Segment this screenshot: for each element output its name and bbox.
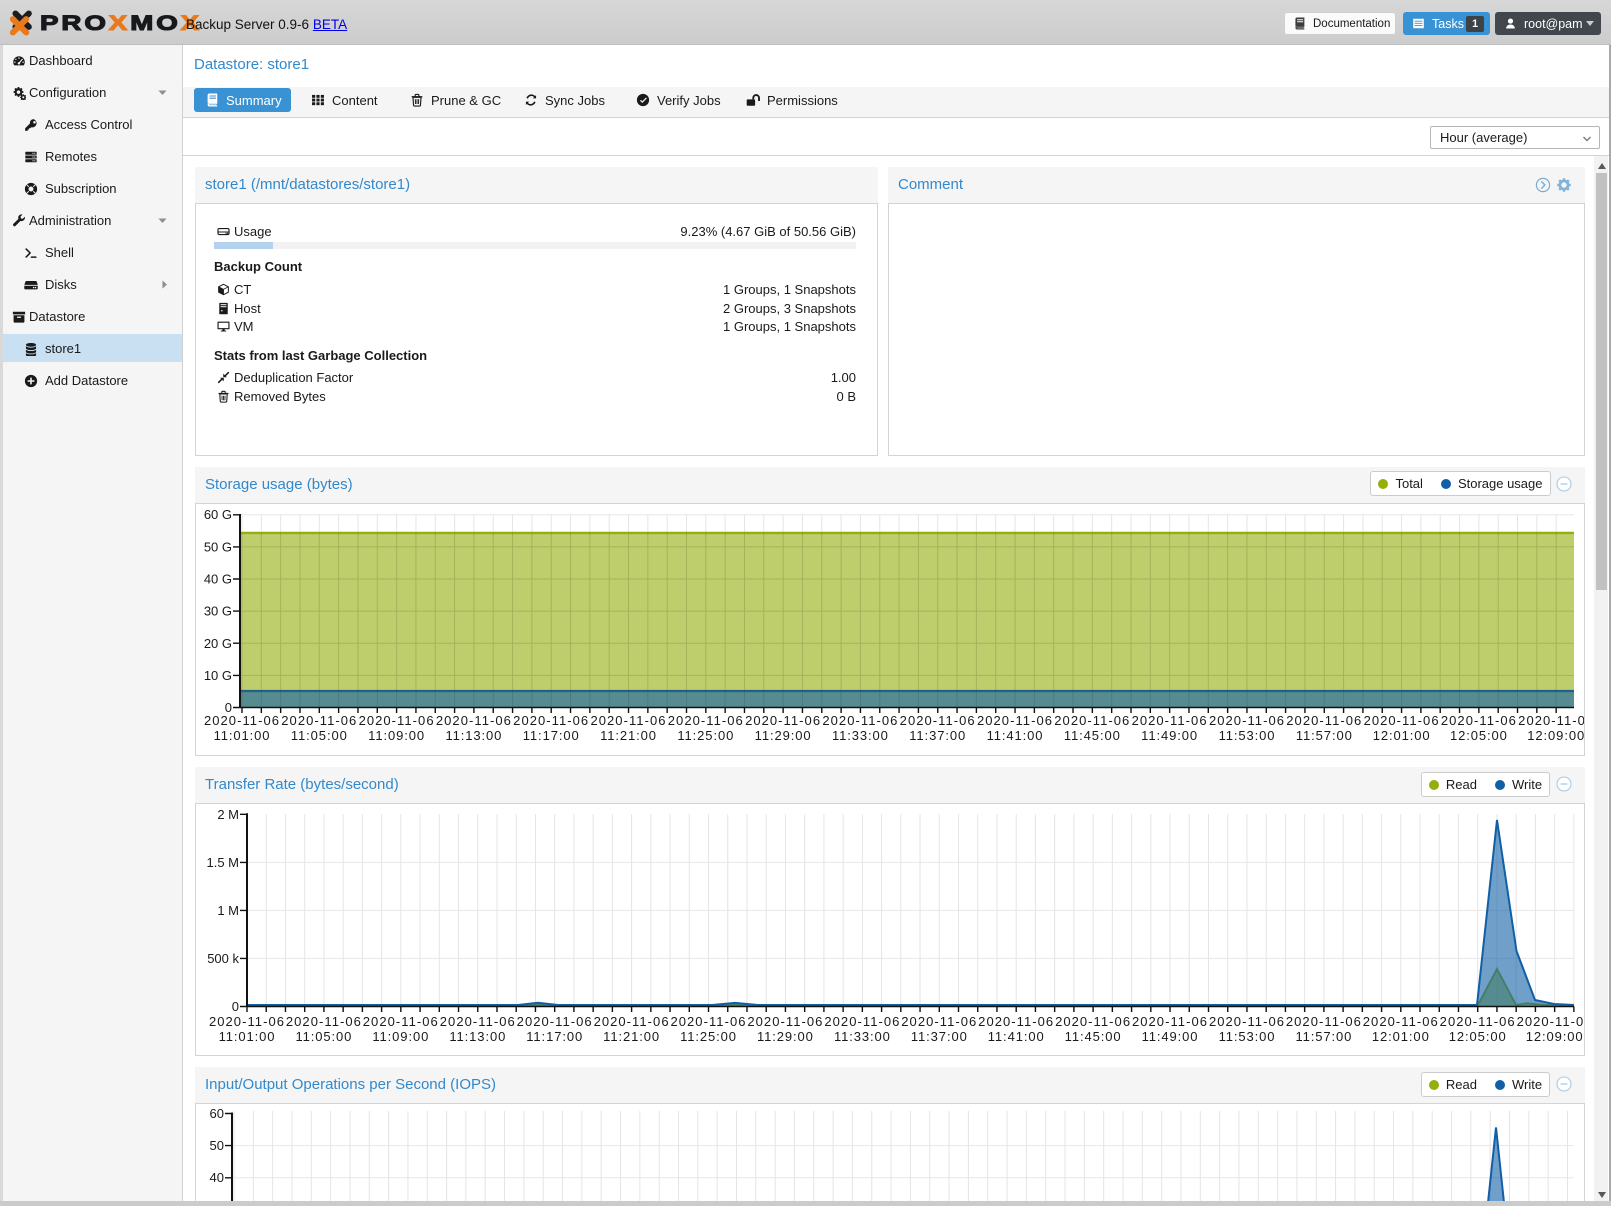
svg-text:11:25:00: 11:25:00: [677, 728, 734, 743]
svg-text:11:01:00: 11:01:00: [219, 1029, 276, 1044]
svg-text:12:05:00: 12:05:00: [1449, 1029, 1507, 1044]
svg-text:11:05:00: 11:05:00: [291, 728, 348, 743]
svg-text:11:37:00: 11:37:00: [909, 728, 966, 743]
svg-text:2020-11-06: 2020-11-06: [668, 713, 744, 728]
svg-text:12:01:00: 12:01:00: [1373, 728, 1431, 743]
svg-text:2020-11-06: 2020-11-06: [900, 713, 976, 728]
svg-text:1.5 M: 1.5 M: [206, 855, 239, 870]
svg-text:2020-11-06: 2020-11-06: [1209, 713, 1285, 728]
svg-text:12:09:00: 12:09:00: [1527, 728, 1584, 743]
svg-text:11:21:00: 11:21:00: [603, 1029, 660, 1044]
svg-text:500 k: 500 k: [207, 951, 239, 966]
svg-text:2020-11-06: 2020-11-06: [204, 713, 280, 728]
svg-text:11:17:00: 11:17:00: [526, 1029, 583, 1044]
svg-text:2020-11-06: 2020-11-06: [1518, 713, 1584, 728]
svg-text:2020-11-06: 2020-11-06: [1054, 713, 1130, 728]
svg-text:11:05:00: 11:05:00: [295, 1029, 352, 1044]
svg-text:2020-11-06: 2020-11-06: [977, 713, 1053, 728]
svg-text:2020-11-06: 2020-11-06: [1055, 1014, 1131, 1029]
svg-text:2020-11-06: 2020-11-06: [1440, 1014, 1516, 1029]
svg-text:30 G: 30 G: [204, 604, 232, 619]
svg-text:2 M: 2 M: [217, 807, 239, 822]
svg-text:50: 50: [210, 1138, 224, 1153]
svg-text:60: 60: [210, 1106, 224, 1121]
svg-text:2020-11-06: 2020-11-06: [359, 713, 435, 728]
svg-text:11:53:00: 11:53:00: [1219, 1029, 1276, 1044]
svg-text:2020-11-06: 2020-11-06: [436, 713, 512, 728]
svg-text:2020-11-06: 2020-11-06: [1364, 713, 1440, 728]
svg-text:11:33:00: 11:33:00: [834, 1029, 891, 1044]
svg-text:2020-11-06: 2020-11-06: [745, 713, 821, 728]
svg-text:11:13:00: 11:13:00: [449, 1029, 506, 1044]
svg-text:2020-11-06: 2020-11-06: [440, 1014, 516, 1029]
svg-text:2020-11-06: 2020-11-06: [281, 713, 357, 728]
svg-text:2020-11-06: 2020-11-06: [1132, 1014, 1208, 1029]
svg-text:2020-11-06: 2020-11-06: [517, 1014, 593, 1029]
svg-text:11:25:00: 11:25:00: [680, 1029, 737, 1044]
svg-text:2020-11-06: 2020-11-06: [1286, 1014, 1362, 1029]
svg-text:12:05:00: 12:05:00: [1450, 728, 1508, 743]
svg-text:1 M: 1 M: [217, 903, 239, 918]
svg-text:11:37:00: 11:37:00: [911, 1029, 968, 1044]
svg-text:11:57:00: 11:57:00: [1295, 1029, 1352, 1044]
svg-text:2020-11-06: 2020-11-06: [590, 713, 666, 728]
svg-text:11:45:00: 11:45:00: [1064, 728, 1121, 743]
svg-text:20 G: 20 G: [204, 636, 232, 651]
svg-text:12:09:00: 12:09:00: [1526, 1029, 1584, 1044]
svg-text:10 G: 10 G: [204, 668, 232, 683]
svg-text:11:45:00: 11:45:00: [1065, 1029, 1122, 1044]
svg-text:0: 0: [232, 999, 239, 1014]
svg-text:2020-11-06: 2020-11-06: [978, 1014, 1054, 1029]
svg-text:2020-11-06: 2020-11-06: [901, 1014, 977, 1029]
svg-text:11:33:00: 11:33:00: [832, 728, 889, 743]
svg-text:11:01:00: 11:01:00: [214, 728, 271, 743]
svg-text:11:17:00: 11:17:00: [523, 728, 580, 743]
svg-text:2020-11-06: 2020-11-06: [1441, 713, 1517, 728]
svg-text:11:41:00: 11:41:00: [988, 1029, 1045, 1044]
svg-text:11:49:00: 11:49:00: [1141, 728, 1198, 743]
svg-text:2020-11-06: 2020-11-06: [209, 1014, 285, 1029]
svg-text:2020-11-06: 2020-11-06: [1209, 1014, 1285, 1029]
svg-text:2020-11-06: 2020-11-06: [747, 1014, 823, 1029]
svg-text:12:01:00: 12:01:00: [1372, 1029, 1430, 1044]
svg-text:2020-11-06: 2020-11-06: [1132, 713, 1208, 728]
svg-text:2020-11-06: 2020-11-06: [670, 1014, 746, 1029]
svg-text:2020-11-06: 2020-11-06: [822, 713, 898, 728]
svg-text:40 G: 40 G: [204, 572, 232, 587]
svg-text:11:53:00: 11:53:00: [1219, 728, 1276, 743]
svg-text:11:09:00: 11:09:00: [372, 1029, 429, 1044]
svg-text:2020-11-06: 2020-11-06: [1517, 1014, 1584, 1029]
svg-text:11:49:00: 11:49:00: [1142, 1029, 1199, 1044]
svg-text:60 G: 60 G: [204, 507, 232, 522]
svg-text:2020-11-06: 2020-11-06: [594, 1014, 670, 1029]
svg-text:11:29:00: 11:29:00: [757, 1029, 814, 1044]
svg-text:11:57:00: 11:57:00: [1296, 728, 1353, 743]
svg-text:2020-11-06: 2020-11-06: [824, 1014, 900, 1029]
svg-text:40: 40: [210, 1170, 224, 1185]
svg-text:11:41:00: 11:41:00: [987, 728, 1044, 743]
svg-text:11:29:00: 11:29:00: [755, 728, 812, 743]
svg-text:2020-11-06: 2020-11-06: [1363, 1014, 1439, 1029]
svg-text:11:21:00: 11:21:00: [600, 728, 657, 743]
svg-text:2020-11-06: 2020-11-06: [286, 1014, 362, 1029]
svg-text:2020-11-06: 2020-11-06: [1286, 713, 1362, 728]
svg-text:50 G: 50 G: [204, 539, 232, 554]
svg-text:11:09:00: 11:09:00: [368, 728, 425, 743]
svg-text:11:13:00: 11:13:00: [445, 728, 502, 743]
svg-text:2020-11-06: 2020-11-06: [363, 1014, 439, 1029]
svg-text:2020-11-06: 2020-11-06: [513, 713, 589, 728]
